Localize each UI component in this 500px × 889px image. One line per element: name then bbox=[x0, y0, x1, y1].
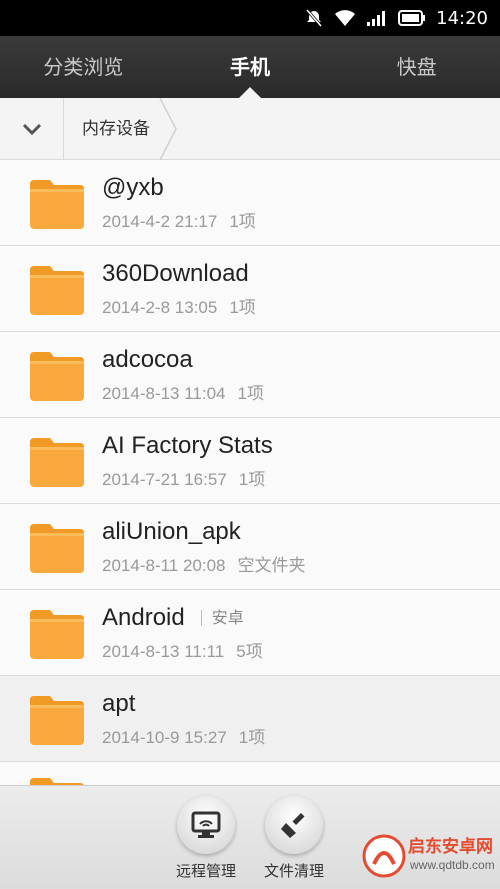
list-item[interactable]: AI Factory Stats 2014-7-21 16:57 1项 bbox=[0, 418, 500, 504]
file-count: 1项 bbox=[238, 728, 266, 747]
file-count: 1项 bbox=[229, 212, 256, 231]
file-date: 2014-4-2 21:17 bbox=[102, 212, 218, 231]
top-tab-bar: 分类浏览 手机 快盘 bbox=[0, 36, 500, 98]
file-info: aliUnion_apk 2014-8-11 20:08 空文件夹 bbox=[102, 517, 306, 576]
list-item[interactable]: 360Download 2014-2-8 13:05 1项 bbox=[0, 246, 500, 332]
list-item[interactable]: apt 2014-10-9 15:27 1项 bbox=[0, 676, 500, 762]
remote-manage-button[interactable]: 远程管理 bbox=[161, 796, 251, 881]
tab-category[interactable]: 分类浏览 bbox=[0, 36, 167, 98]
list-item[interactable]: aliUnion_apk 2014-8-11 20:08 空文件夹 bbox=[0, 504, 500, 590]
breadcrumb-label: 内存设备 bbox=[82, 118, 150, 139]
breadcrumb-separator-icon bbox=[159, 97, 177, 160]
file-meta: 2014-8-11 20:08 空文件夹 bbox=[102, 551, 306, 576]
file-name: AI Factory Stats bbox=[102, 432, 273, 459]
broom-icon bbox=[281, 812, 305, 838]
file-name: @yxb bbox=[102, 174, 164, 201]
folder-icon bbox=[30, 695, 84, 745]
file-date: 2014-8-13 11:11 bbox=[102, 642, 225, 661]
file-clean-button[interactable]: 文件清理 bbox=[249, 796, 339, 881]
file-meta: 2014-10-9 15:27 1项 bbox=[102, 723, 265, 748]
file-name: adcocoa bbox=[102, 346, 193, 373]
remote-manage-label: 远程管理 bbox=[175, 862, 236, 880]
mute-icon bbox=[304, 8, 324, 28]
file-count: 1项 bbox=[237, 384, 264, 403]
file-name: apt bbox=[102, 690, 136, 717]
file-meta: 2014-8-13 11:04 1项 bbox=[102, 379, 264, 404]
file-count: 空文件夹 bbox=[237, 556, 306, 575]
watermark-url: www.qdtdb.com bbox=[410, 858, 495, 872]
file-count: 1项 bbox=[229, 298, 256, 317]
file-meta: 2014-4-2 21:17 1项 bbox=[102, 207, 256, 232]
file-meta: 2014-8-13 11:11 5项 bbox=[102, 637, 263, 662]
breadcrumb-storage[interactable]: 内存设备 bbox=[64, 97, 177, 160]
tab-kuaipan[interactable]: 快盘 bbox=[333, 36, 500, 98]
list-item[interactable]: Android 安卓 2014-8-13 11:11 5项 bbox=[0, 590, 500, 676]
file-date: 2014-10-9 15:27 bbox=[102, 728, 227, 747]
watermark-logo-icon bbox=[362, 834, 406, 878]
folder-icon bbox=[30, 609, 84, 659]
file-info: adcocoa 2014-8-13 11:04 1项 bbox=[102, 345, 264, 404]
list-item[interactable]: @yxb 2014-4-2 21:17 1项 bbox=[0, 160, 500, 246]
folder-icon bbox=[30, 778, 84, 785]
status-bar: 14:20 bbox=[0, 0, 500, 36]
watermark: 启东安卓网 www.qdtdb.com bbox=[362, 828, 500, 888]
status-time: 14:20 bbox=[436, 7, 488, 29]
file-meta: 2014-7-21 16:57 1项 bbox=[102, 465, 273, 490]
folder-icon bbox=[30, 265, 84, 315]
file-info: AI Factory Stats 2014-7-21 16:57 1项 bbox=[102, 431, 273, 490]
file-info: @yxb 2014-4-2 21:17 1项 bbox=[102, 173, 256, 232]
file-alias: 安卓 bbox=[200, 610, 244, 626]
folder-icon bbox=[30, 437, 84, 487]
remote-monitor-icon bbox=[191, 811, 221, 838]
file-info: Android 安卓 2014-8-13 11:11 5项 bbox=[102, 603, 263, 662]
tab-phone[interactable]: 手机 bbox=[167, 36, 334, 98]
folder-icon bbox=[30, 523, 84, 573]
signal-icon bbox=[366, 9, 388, 27]
battery-icon bbox=[398, 10, 426, 26]
file-count: 1项 bbox=[238, 470, 266, 489]
watermark-text: 启东安卓网 bbox=[408, 837, 493, 857]
file-info: apt 2014-10-9 15:27 1项 bbox=[102, 689, 265, 748]
path-bar: 内存设备 bbox=[0, 97, 500, 160]
folder-icon bbox=[30, 179, 84, 229]
file-clean-label: 文件清理 bbox=[263, 862, 324, 880]
file-name: Android bbox=[102, 604, 185, 631]
file-name: 360Download bbox=[102, 260, 249, 287]
file-date: 2014-8-13 11:04 bbox=[102, 384, 226, 403]
file-date: 2014-7-21 16:57 bbox=[102, 470, 227, 489]
file-meta: 2014-2-8 13:05 1项 bbox=[102, 293, 256, 318]
file-count: 5项 bbox=[236, 642, 263, 661]
file-date: 2014-8-11 20:08 bbox=[102, 556, 226, 575]
chevron-down-icon bbox=[22, 123, 41, 135]
wifi-icon bbox=[334, 9, 356, 27]
file-info: 360Download 2014-2-8 13:05 1项 bbox=[102, 259, 256, 318]
folder-icon bbox=[30, 351, 84, 401]
list-item-partial[interactable] bbox=[0, 762, 500, 785]
file-date: 2014-2-8 13:05 bbox=[102, 298, 218, 317]
file-name: aliUnion_apk bbox=[102, 518, 241, 545]
file-list[interactable]: @yxb 2014-4-2 21:17 1项 360Download 2014-2-8 … bbox=[0, 160, 500, 785]
list-item[interactable]: adcocoa 2014-8-13 11:04 1项 bbox=[0, 332, 500, 418]
path-dropdown-button[interactable] bbox=[0, 97, 64, 160]
